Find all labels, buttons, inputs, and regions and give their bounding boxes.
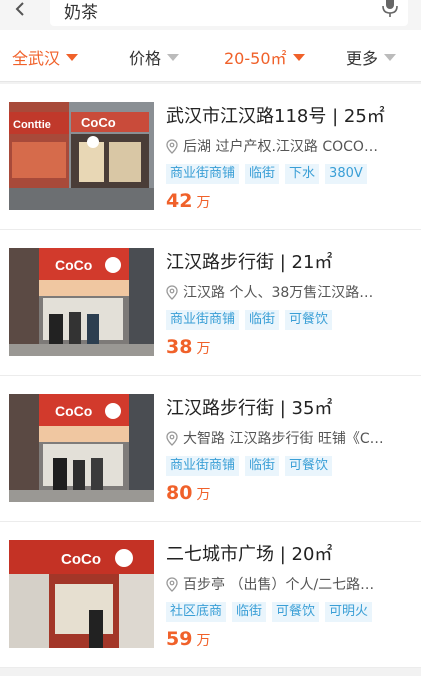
listing-photo: Conttie CoCo (9, 102, 154, 210)
search-input[interactable]: 奶茶 (50, 0, 408, 26)
filter-label: 更多 (346, 49, 379, 68)
tag-list: 商业街商铺 临街 可餐饮 (166, 456, 333, 476)
listing-location: 大智路 江汉路步行街 旺铺《C… (166, 428, 406, 448)
chevron-down-icon (167, 53, 180, 61)
location-pin-icon (166, 284, 178, 300)
tag: 商业街商铺 (166, 456, 240, 476)
back-arrow-icon[interactable] (8, 0, 32, 22)
listing-title: 江汉路步行街 | 35㎡ (166, 398, 333, 419)
listing-photo: CoCo (9, 394, 154, 502)
price-value: 80 (166, 482, 193, 504)
microphone-icon[interactable] (382, 0, 398, 18)
tag: 临街 (245, 456, 280, 476)
chevron-down-icon (384, 53, 397, 61)
search-bar: 奶茶 (0, 0, 421, 30)
listing-price: 80 万 (166, 482, 210, 504)
location-text: 江汉路 个人、38万售江汉路… (183, 285, 374, 301)
listing-list: Conttie CoCo 武汉市江汉路118号 | 25㎡ 后湖 过户产权.江汉… (0, 84, 421, 668)
price-unit: 万 (196, 341, 211, 357)
tag: 社区底商 (166, 602, 227, 622)
location-text: 大智路 江汉路步行街 旺铺《C… (183, 431, 384, 447)
list-item[interactable]: CoCo 江汉路步行街 | 35㎡ 大智路 江汉路步行街 旺铺《C… 商业街商铺… (0, 376, 421, 522)
tag-list: 商业街商铺 临街 可餐饮 (166, 310, 333, 330)
price-unit: 万 (196, 487, 211, 503)
tag: 临街 (245, 310, 280, 330)
listing-photo: CoCo (9, 248, 154, 356)
location-text: 后湖 过户产权.江汉路 COCO… (183, 139, 378, 155)
listing-title: 二七城市广场 | 20㎡ (166, 544, 333, 565)
filter-price[interactable]: 价格 (129, 45, 180, 69)
tag: 可餐饮 (285, 456, 333, 476)
listing-title: 武汉市江汉路118号 | 25㎡ (166, 106, 385, 127)
filter-label: 20-50㎡ (224, 49, 287, 68)
listing-price: 59 万 (166, 628, 210, 650)
listing-photo: CoCo (9, 540, 154, 648)
listing-location: 江汉路 个人、38万售江汉路… (166, 282, 406, 302)
filter-bar: 全武汉 价格 20-50㎡ 更多 (0, 30, 421, 82)
left-store-sign: Conttie (13, 119, 51, 131)
filter-more[interactable]: 更多 (346, 45, 397, 69)
tag-list: 商业街商铺 临街 下水 380V (166, 164, 367, 184)
location-text: 百步亭 （出售）个人/二七路… (183, 577, 375, 593)
price-unit: 万 (196, 195, 211, 211)
tag: 380V (325, 164, 367, 184)
tag-list: 社区底商 临街 可餐饮 可明火 (166, 602, 373, 622)
listing-price: 42 万 (166, 190, 210, 212)
listing-title: 江汉路步行街 | 21㎡ (166, 252, 333, 273)
price-unit: 万 (196, 633, 211, 649)
tag: 可餐饮 (285, 310, 333, 330)
tag: 可明火 (325, 602, 373, 622)
tag: 可餐饮 (272, 602, 320, 622)
store-sign: CoCo (55, 257, 92, 273)
tag: 商业街商铺 (166, 310, 240, 330)
price-value: 59 (166, 628, 193, 650)
location-pin-icon (166, 430, 178, 446)
list-item[interactable]: Conttie CoCo 武汉市江汉路118号 | 25㎡ 后湖 过户产权.江汉… (0, 84, 421, 230)
filter-area[interactable]: 20-50㎡ (224, 45, 305, 69)
price-value: 38 (166, 336, 193, 358)
store-sign: CoCo (81, 115, 116, 130)
search-query: 奶茶 (64, 3, 98, 23)
list-item[interactable]: CoCo 二七城市广场 | 20㎡ 百步亭 （出售）个人/二七路… 社区底商 临… (0, 522, 421, 668)
tag: 临街 (245, 164, 280, 184)
store-sign: CoCo (55, 403, 92, 419)
filter-label: 全武汉 (12, 49, 61, 68)
chevron-down-icon (292, 53, 305, 61)
listing-price: 38 万 (166, 336, 210, 358)
location-pin-icon (166, 576, 178, 592)
store-sign: CoCo (61, 551, 101, 568)
chevron-down-icon (66, 53, 79, 61)
tag: 下水 (285, 164, 320, 184)
listing-location: 后湖 过户产权.江汉路 COCO… (166, 136, 406, 156)
price-value: 42 (166, 190, 193, 212)
list-item[interactable]: CoCo 江汉路步行街 | 21㎡ 江汉路 个人、38万售江汉路… 商业街商铺 … (0, 230, 421, 376)
filter-label: 价格 (129, 49, 162, 68)
tag: 商业街商铺 (166, 164, 240, 184)
location-pin-icon (166, 138, 178, 154)
listing-location: 百步亭 （出售）个人/二七路… (166, 574, 406, 594)
tag: 临街 (232, 602, 267, 622)
filter-district[interactable]: 全武汉 (12, 45, 79, 69)
